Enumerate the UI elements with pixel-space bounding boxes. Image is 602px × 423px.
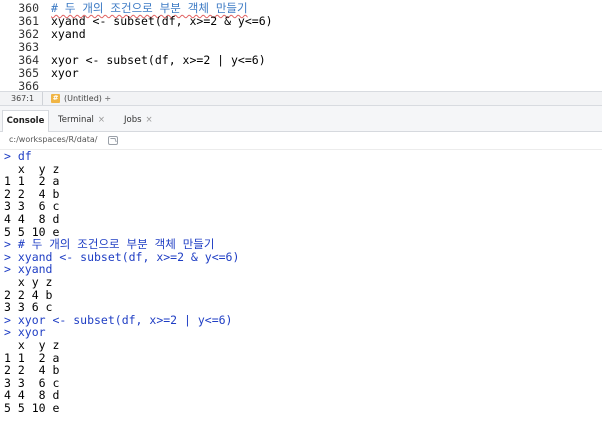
console-line: 3 3 6 c — [4, 300, 53, 315]
tab-jobs-label: Jobs — [124, 115, 142, 125]
tab-terminal-label: Terminal — [58, 115, 94, 125]
editor-status-bar: 367:1 # (Untitled) ÷ — [0, 91, 602, 106]
console-line: 4 4 8 d — [4, 212, 60, 226]
console-tab-bar: Console Terminal × Jobs × — [0, 106, 602, 133]
console-output[interactable]: > df x y z 1 1 2 a 2 2 4 b 3 3 6 c 4 4 8… — [0, 150, 602, 423]
line-number: 366 — [18, 79, 39, 92]
r-script-icon: # — [51, 94, 60, 103]
close-icon[interactable]: × — [98, 115, 105, 125]
console-line: 2 2 4 b — [4, 363, 60, 378]
console-line: > df — [4, 150, 32, 163]
working-directory-path: c:/workspaces/R/data/ — [9, 135, 98, 144]
code-text: xyor — [51, 66, 79, 80]
cursor-position: 367:1 — [11, 94, 35, 103]
go-to-directory-icon[interactable] — [108, 136, 118, 145]
console-line: 1 1 2 a — [4, 174, 60, 189]
tab-console-label: Console — [6, 116, 45, 126]
console-line: x y z — [4, 338, 60, 352]
tab-console[interactable]: Console — [2, 110, 49, 133]
close-icon[interactable]: × — [146, 115, 153, 125]
status-divider — [42, 92, 43, 105]
console-line: x y z — [4, 275, 53, 289]
tab-jobs[interactable]: Jobs × — [124, 110, 153, 131]
scope-selector[interactable]: (Untitled) ÷ — [64, 93, 111, 104]
code-text: xyor <- subset(df, x>=2 | y<=6) — [51, 53, 266, 67]
working-directory-bar: c:/workspaces/R/data/ — [0, 132, 602, 150]
code-text: xyand — [51, 27, 86, 41]
source-editor[interactable]: 360 # 두 개의 조건으로 부분 객체 만들기 361 xyand <- sub… — [0, 0, 602, 91]
console-line: 5 5 10 e — [4, 401, 60, 415]
tab-terminal[interactable]: Terminal × — [58, 110, 105, 131]
console-line: > # 두 개의 조건으로 부분 객체 만들기 — [4, 237, 215, 252]
